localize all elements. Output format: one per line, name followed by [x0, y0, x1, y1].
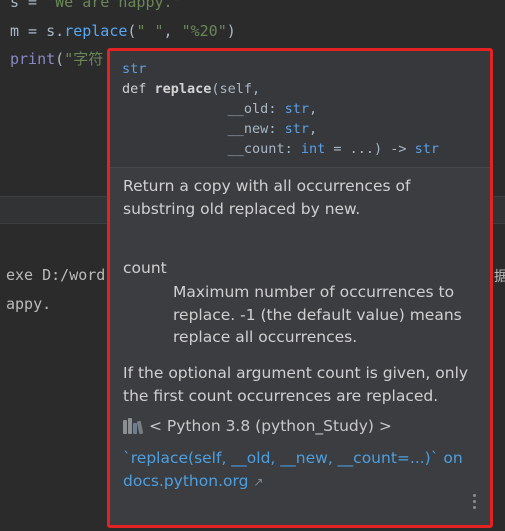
console-line-1-tail: 据 [494, 269, 505, 285]
code-line-2[interactable]: m = s.replace(" ", "%20") [10, 21, 236, 41]
external-link-icon: ↗ [253, 474, 264, 489]
code-line-1[interactable]: s = "We are happy." [10, 0, 182, 12]
more-options-icon[interactable] [473, 494, 477, 509]
python-sdk-label: < Python 3.8 (python_Study) > [149, 417, 392, 435]
console-line-1: exe D:/word [6, 266, 106, 284]
quick-documentation-popup[interactable]: str def replace(self, __old: str, __new:… [107, 48, 493, 528]
code-line-3[interactable]: print("字符 [10, 49, 103, 69]
library-icon [123, 418, 144, 435]
optional-note: If the optional argument count is given,… [123, 364, 469, 405]
signature-block: str def replace(self, __old: str, __new:… [110, 51, 490, 168]
console-line-2: appy. [6, 295, 52, 313]
param-description: Maximum number of occurrences to replace… [173, 283, 462, 346]
param-name: count [123, 259, 167, 277]
python-sdk-info: < Python 3.8 (python_Study) > [123, 415, 392, 438]
docs-link[interactable]: `replace(self, __old, __new, __count=...… [123, 447, 483, 493]
doc-description: Return a copy with all occurrences of su… [123, 177, 411, 218]
